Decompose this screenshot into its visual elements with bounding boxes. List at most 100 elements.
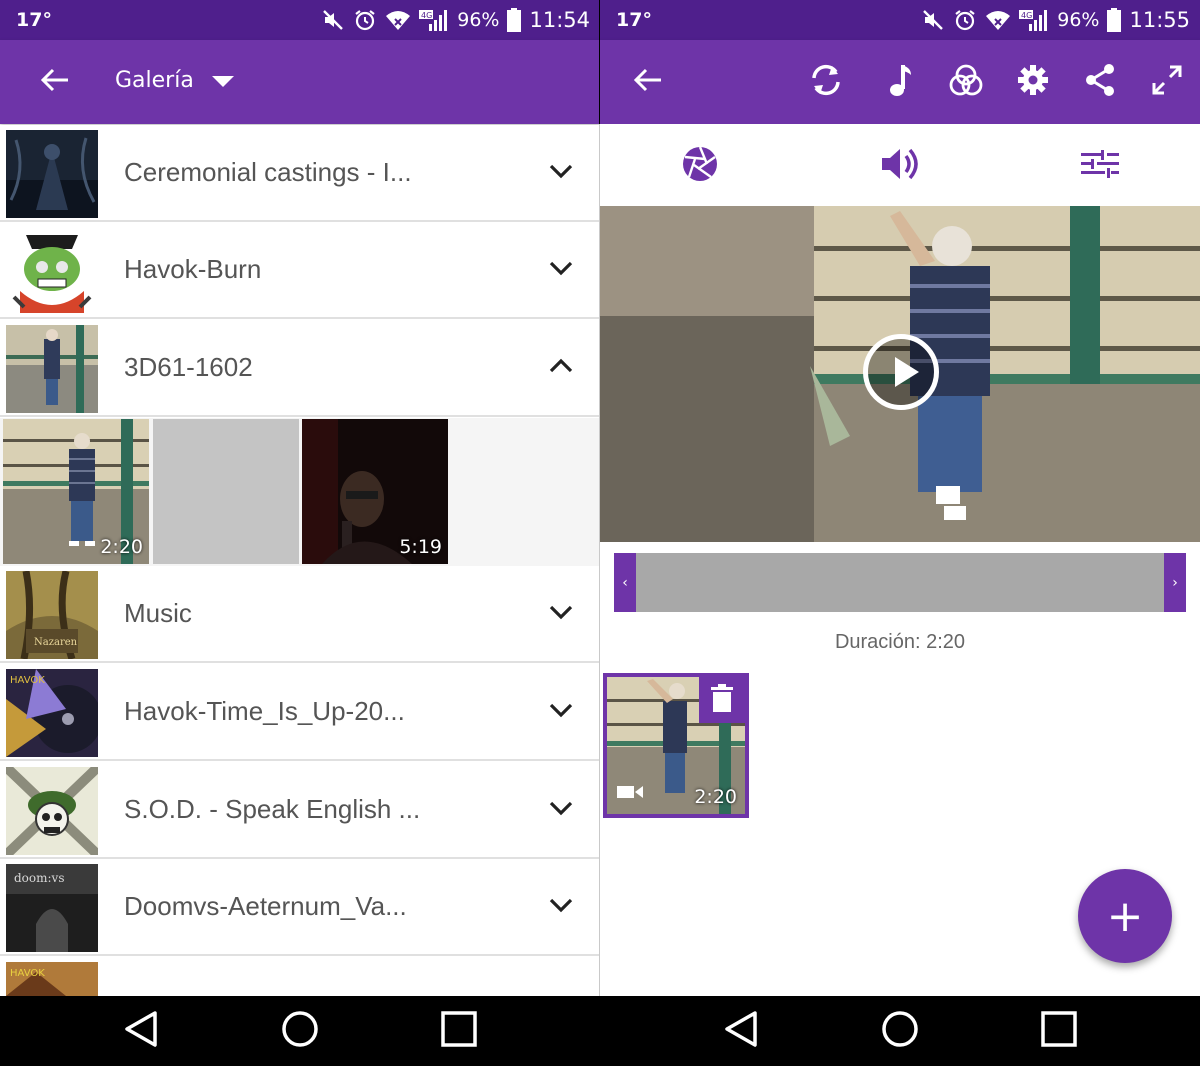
video-preview[interactable] (600, 206, 1200, 542)
rotate-button[interactable] (804, 60, 848, 104)
svg-text:HAVOK: HAVOK (10, 968, 45, 979)
play-icon[interactable] (863, 334, 939, 410)
battery-icon (507, 8, 522, 32)
album-label: 3D61-1602 (124, 352, 253, 382)
rotate-icon (808, 62, 844, 102)
video-camera-icon (617, 784, 643, 804)
svg-text:4G: 4G (421, 11, 432, 20)
clock-text: 11:54 (529, 8, 590, 32)
trim-timeline[interactable]: ‹ › (614, 553, 1186, 612)
clip-thumbnail[interactable]: 2:20 (603, 673, 749, 818)
sliders-icon (1081, 150, 1119, 182)
svg-text:doom:vs: doom:vs (14, 871, 65, 885)
mute-icon (921, 8, 945, 32)
gallery-title[interactable]: Galería (115, 68, 194, 93)
nav-home-button[interactable] (277, 1008, 323, 1054)
square-recents-icon (1040, 1010, 1078, 1052)
album-cover (6, 767, 98, 855)
back-button[interactable] (626, 60, 670, 104)
album-cover (6, 325, 98, 413)
fullscreen-icon (1151, 64, 1183, 100)
back-button[interactable] (33, 60, 77, 104)
chevron-right-icon: › (1172, 574, 1178, 591)
tab-adjust[interactable] (1078, 144, 1122, 188)
nav-home-button[interactable] (877, 1008, 923, 1054)
trim-start-handle[interactable]: ‹ (614, 553, 636, 612)
album-cover (6, 227, 98, 315)
album-row[interactable]: doom:vs Doomvs-Aeternum_Va... (0, 859, 599, 956)
status-bar: 17° 4G 96% 11:55 (600, 0, 1200, 40)
album-label: Music (124, 598, 192, 628)
square-recents-icon (440, 1010, 478, 1052)
album-row[interactable]: Ceremonial castings - I... (0, 125, 599, 222)
editor-toolbar (600, 40, 1200, 124)
wifi-icon (985, 9, 1011, 31)
android-nav-bar (0, 996, 599, 1066)
editor-tabs (600, 124, 1200, 206)
nav-back-button[interactable] (718, 1008, 764, 1054)
gear-icon (1017, 64, 1049, 100)
aperture-icon (681, 145, 719, 187)
settings-button[interactable] (1011, 60, 1055, 104)
delete-clip-button[interactable] (699, 677, 745, 723)
chevron-down-icon[interactable] (549, 604, 573, 624)
tab-audio[interactable] (878, 144, 922, 188)
album-label: Havok-Burn (124, 254, 262, 284)
svg-text:4G: 4G (1021, 11, 1032, 20)
dropdown-caret-icon[interactable] (212, 76, 234, 87)
battery-icon (1107, 8, 1122, 32)
filters-button[interactable] (944, 60, 988, 104)
trim-end-handle[interactable]: › (1164, 553, 1186, 612)
editor-screen: 17° 4G 96% 11:55 ‹ › Duración: 2:20 2:20… (600, 0, 1200, 1066)
album-cover (6, 130, 98, 218)
music-note-icon (887, 63, 913, 101)
android-nav-bar (600, 996, 1200, 1066)
album-row[interactable]: Havok-Burn (0, 222, 599, 319)
chevron-up-icon[interactable] (549, 358, 573, 378)
back-arrow-icon (40, 67, 70, 97)
media-grid: 2:20 5:19 (0, 418, 599, 566)
nav-back-button[interactable] (118, 1008, 164, 1054)
chevron-down-icon[interactable] (549, 260, 573, 280)
album-row-expanded[interactable]: 3D61-1602 (0, 320, 599, 417)
chevron-down-icon[interactable] (549, 702, 573, 722)
trash-icon (711, 684, 733, 716)
mute-icon (321, 8, 345, 32)
album-row[interactable]: Nazaren Music (0, 566, 599, 663)
share-button[interactable] (1078, 60, 1122, 104)
add-media-button[interactable]: + (1078, 869, 1172, 963)
media-item-video[interactable]: 5:19 (302, 419, 448, 564)
media-item-placeholder[interactable] (153, 419, 299, 564)
gallery-screen: 17° 4G 96% 11:54 Galería Ceremonial cast… (0, 0, 599, 1066)
album-row-partial[interactable]: HAVOK (0, 957, 599, 996)
share-icon (1084, 63, 1116, 101)
tab-photo[interactable] (678, 144, 722, 188)
battery-percent: 96% (1057, 9, 1100, 31)
media-item-video[interactable]: 2:20 (3, 419, 149, 564)
chevron-down-icon[interactable] (549, 800, 573, 820)
clip-duration: 2:20 (694, 786, 737, 808)
nav-recents-button[interactable] (1036, 1008, 1082, 1054)
album-label: Ceremonial castings - I... (124, 157, 412, 187)
circle-home-icon (280, 1009, 320, 1053)
chevron-left-icon: ‹ (622, 574, 628, 591)
chevron-down-icon[interactable] (549, 897, 573, 917)
media-duration: 2:20 (100, 536, 143, 558)
duration-label: Duración: 2:20 (834, 631, 966, 653)
triangle-back-icon (723, 1010, 759, 1052)
nav-recents-button[interactable] (436, 1008, 482, 1054)
temperature-text: 17° (616, 9, 652, 31)
chevron-down-icon[interactable] (549, 163, 573, 183)
music-button[interactable] (878, 60, 922, 104)
temperature-text: 17° (16, 9, 52, 31)
wifi-icon (385, 9, 411, 31)
album-row[interactable]: S.O.D. - Speak English ... (0, 762, 599, 859)
album-cover: HAVOK (6, 962, 98, 996)
svg-text:HAVOK: HAVOK (10, 675, 45, 686)
svg-text:Nazaren: Nazaren (34, 637, 78, 648)
fullscreen-button[interactable] (1145, 60, 1189, 104)
filters-icon (949, 64, 983, 100)
alarm-icon (353, 8, 377, 32)
album-row[interactable]: HAVOK Havok-Time_Is_Up-20... (0, 664, 599, 761)
clock-text: 11:55 (1129, 8, 1190, 32)
